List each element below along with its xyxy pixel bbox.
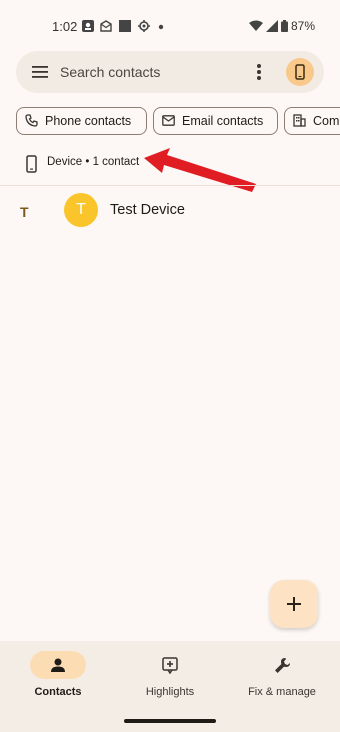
nav-label: Fix & manage [248,686,316,698]
plus-icon [287,597,301,611]
highlights-icon [162,657,178,674]
wrench-icon [275,658,290,673]
account-avatar[interactable] [286,58,314,86]
chip-label: Phone contacts [45,114,132,128]
add-contact-button[interactable] [270,580,318,628]
contact-row[interactable]: T T Test Device [0,190,340,234]
nav-fix-manage[interactable]: Fix & manage [232,651,340,711]
battery-percent: 87% [291,19,316,33]
chip-email-contacts[interactable]: Email contacts [153,107,278,135]
device-icon [295,64,305,80]
chip-label: Email contacts [182,114,264,128]
settings-notification-icon [138,20,150,32]
company-icon [293,114,306,127]
email-icon [162,115,175,126]
wifi-icon [249,20,263,31]
chip-phone-contacts[interactable]: Phone contacts [16,107,147,135]
search-bar[interactable]: Search contacts [16,51,324,93]
more-options-icon[interactable] [256,63,262,81]
phone-icon [25,114,38,127]
section-letter: T [20,204,29,220]
search-input[interactable]: Search contacts [60,64,160,80]
divider [0,185,340,186]
nav-label: Contacts [34,686,82,698]
contact-avatar: T [64,193,98,227]
dot-icon [158,24,164,30]
person-icon [51,658,65,672]
annotation-arrow [144,148,256,192]
nav-label: Highlights [145,686,195,698]
nav-highlights[interactable]: Highlights [120,651,230,711]
photo-notification-icon [82,20,94,32]
nav-contacts[interactable]: Contacts [8,651,118,711]
device-account-label: Device • 1 contact [47,156,140,168]
app-notification-icon [119,20,131,32]
menu-icon[interactable] [32,65,48,79]
mail-notification-icon [100,20,112,32]
device-icon [26,155,37,173]
gesture-handle[interactable] [124,719,216,723]
status-bar: 1:02 87% [0,0,340,52]
chip-label: Com [313,114,340,128]
battery-icon [281,20,288,32]
chip-company[interactable]: Com [284,107,340,135]
signal-icon [266,20,278,32]
status-time: 1:02 [52,19,78,34]
contact-name: Test Device [110,202,185,218]
